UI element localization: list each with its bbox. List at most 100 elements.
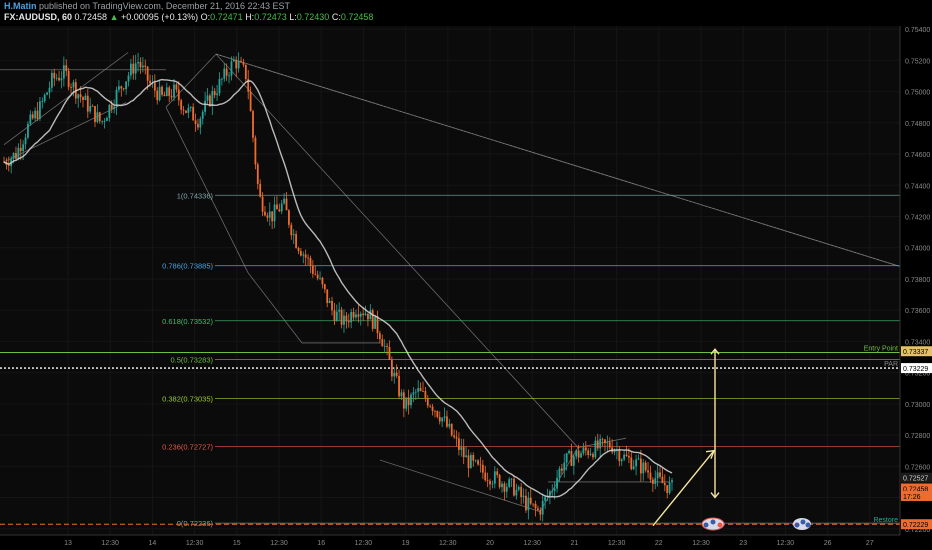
candle-body [608,442,611,448]
candle-body [113,106,116,110]
y-tick-label: 0.74600 [905,152,930,159]
author-link[interactable]: H.Matin [4,1,37,11]
candle-body [60,78,63,81]
economic-events-icon[interactable] [793,518,811,530]
candle-body [240,60,242,63]
candle-body [182,109,185,111]
candle-body [508,479,511,487]
candle-body [36,110,39,119]
x-tick-label: 12:30 [270,540,288,547]
candle-body [94,106,96,123]
x-tick-label: 19 [402,540,410,547]
candle-body [307,257,309,259]
price-chart[interactable]: 1(0.74336) 0.786(0.73885) 0.618(0.73532) 0.… [0,0,932,550]
candle-body [192,106,195,121]
candle-body [256,164,259,184]
candle-body [29,114,32,124]
y-tick-label: 0.75000 [905,90,930,97]
fib-label: 0.786(0.73885) [162,262,213,271]
candle-body [328,300,331,303]
price-tag-text: 0.72229 [903,522,928,529]
candle-body [218,78,221,94]
candle-body [146,66,149,81]
x-tick-label: 14 [149,540,157,547]
candle-body [213,91,216,96]
candle-body [474,460,477,462]
candle-body [278,209,281,212]
candle-body [228,75,230,77]
candle-body [199,118,202,128]
candle-body [201,111,204,119]
candle-body [110,104,113,110]
x-tick-label: 12:30 [439,540,457,547]
candle-body [161,86,163,95]
candle-body [177,89,180,101]
candle-body [335,311,338,322]
candle-body [82,97,84,100]
x-tick-label: 23 [739,540,747,547]
candle-body [513,478,515,496]
candle-body [101,121,104,122]
candle-body [197,123,199,128]
candle-body [448,423,451,427]
candle-body [563,462,566,471]
high-label: H: [245,12,255,22]
candle-body [158,86,161,101]
candle-body [244,64,247,79]
candle-body [316,274,319,279]
candle-body [187,107,190,113]
candle-body [290,224,293,236]
y-tick-label: 0.72600 [905,464,930,471]
candle-body [587,450,590,455]
candle-body [537,508,539,511]
candle-body [252,111,254,138]
candle-body [89,105,92,112]
candle-body [144,65,147,67]
candle-body [436,411,439,417]
candle-body [309,258,312,266]
candle-body [242,62,245,65]
candle-body [84,95,87,100]
dividend-flag-icon[interactable] [701,517,725,531]
candle-body [170,95,173,98]
candle-body [412,392,415,395]
x-tick-label: 12:30 [523,540,541,547]
candle-body [319,277,321,279]
candle-body [601,438,604,440]
candle-body [410,394,412,406]
candle-body [77,94,80,99]
candle-body [496,471,499,475]
candle-body [551,490,554,492]
candle-body [493,471,496,484]
candle-body [168,87,171,96]
candle-body [477,460,479,465]
candle-body [352,311,355,318]
fib-label: 0.382(0.73035) [162,394,213,403]
open-value: 0.72471 [210,12,243,22]
high-value: 0.72473 [254,12,287,22]
level-annotation: PAR [884,361,898,368]
candle-body [575,450,578,457]
candle-body [505,486,508,492]
candle-body [359,313,362,317]
candle-body [572,456,575,466]
fib-label: 0.5(0.73283) [170,356,213,365]
y-tick-label: 0.72800 [905,433,930,440]
candle-body [395,372,398,376]
candle-body [266,215,269,218]
candle-body [72,82,75,88]
symbol-label[interactable]: FX:AUDUSD, 60 [4,12,72,22]
candle-body [580,453,582,458]
candle-body [115,89,118,107]
candle-body [565,453,568,463]
candle-body [635,459,637,467]
last-price: 0.72458 [74,12,108,22]
candle-body [548,491,551,497]
candle-body [594,440,597,458]
candle-body [204,100,207,112]
y-tick-label: 0.74400 [905,183,930,190]
candle-body [31,114,34,119]
candle-body [371,310,374,329]
candle-body [216,93,218,96]
candle-body [450,423,453,436]
